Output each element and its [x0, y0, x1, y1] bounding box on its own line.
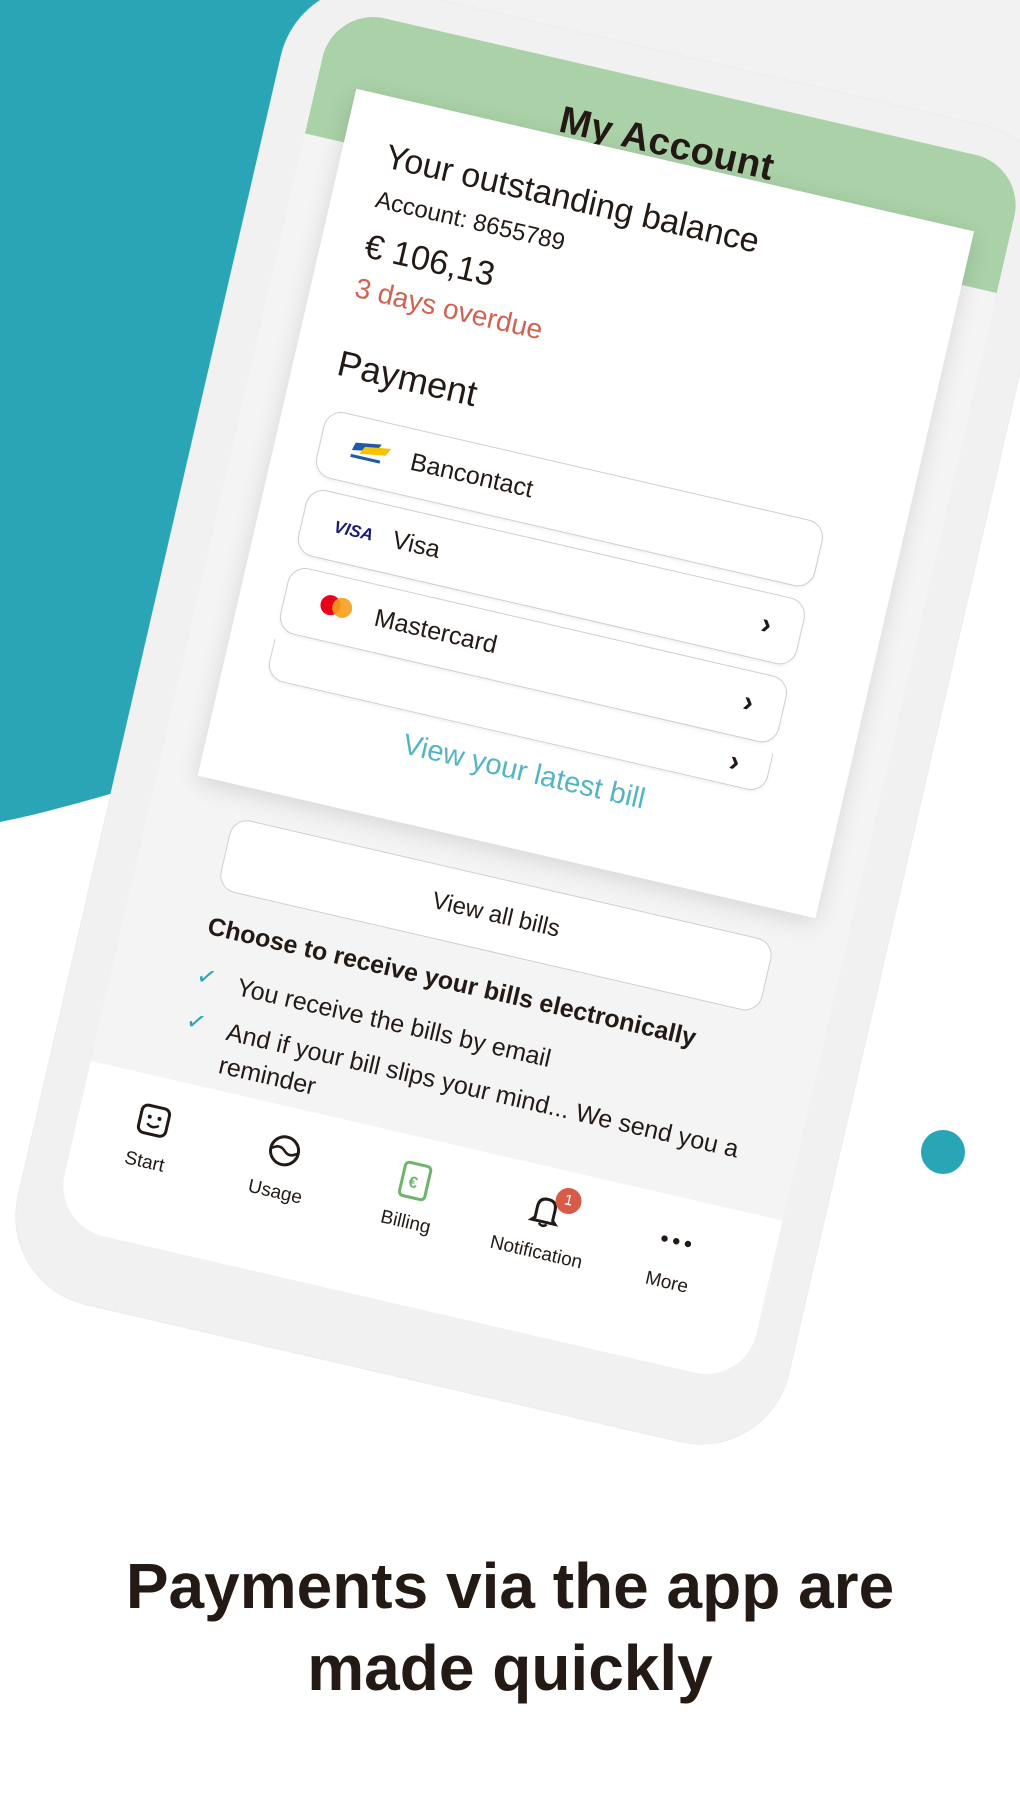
more-icon — [661, 1235, 692, 1248]
tab-start[interactable]: Start — [78, 1085, 222, 1188]
svg-text:VISA: VISA — [332, 517, 375, 544]
visa-label: Visa — [389, 525, 443, 565]
tab-usage[interactable]: Usage — [209, 1115, 353, 1218]
tab-billing[interactable]: € Billing — [340, 1145, 484, 1248]
bancontact-logo-icon — [350, 442, 392, 464]
chevron-right-icon: › — [726, 744, 744, 779]
bancontact-label: Bancontact — [407, 447, 536, 504]
mastercard-label: Mastercard — [371, 603, 500, 660]
caption-line-2: made quickly — [307, 1632, 713, 1704]
account-card: Your outstanding balance Account: 865578… — [197, 88, 975, 919]
chevron-right-icon: › — [739, 684, 757, 720]
marketing-caption: Payments via the app are made quickly — [0, 1545, 1020, 1709]
tab-notification[interactable]: 1 Notification — [470, 1175, 614, 1278]
check-icon: ✓ — [183, 1006, 210, 1038]
svg-text:€: € — [407, 1174, 420, 1193]
check-icon: ✓ — [193, 961, 220, 993]
gauge-icon — [269, 1135, 301, 1167]
mastercard-logo-icon — [320, 595, 353, 618]
payment-title: Payment — [333, 342, 482, 415]
caption-line-1: Payments via the app are — [125, 1550, 895, 1622]
smiley-icon — [136, 1103, 172, 1138]
tab-more[interactable]: More — [601, 1205, 745, 1308]
billing-icon: € — [397, 1160, 433, 1202]
teal-decoration-dot — [921, 1130, 965, 1174]
chevron-right-icon: › — [757, 607, 775, 642]
visa-logo-icon: VISA — [332, 517, 375, 544]
